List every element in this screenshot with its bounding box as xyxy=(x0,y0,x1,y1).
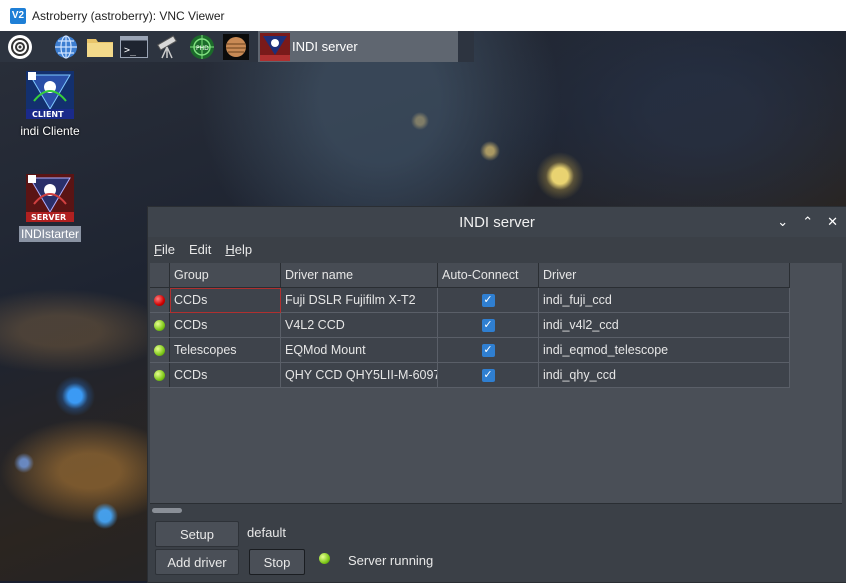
indi-client-icon: CLIENT xyxy=(26,71,74,119)
raspberry-menu-icon[interactable] xyxy=(6,34,34,60)
column-header-auto-connect[interactable]: Auto-Connect xyxy=(437,263,539,288)
cell-group[interactable]: CCDs xyxy=(169,312,281,338)
green-status-dot-icon xyxy=(154,320,165,332)
web-browser-icon[interactable] xyxy=(52,34,80,60)
maximize-icon[interactable]: ⌃ xyxy=(802,214,813,230)
status-led xyxy=(150,337,170,363)
red-status-dot-icon xyxy=(154,295,165,307)
planet-icon[interactable] xyxy=(222,33,250,60)
green-status-dot-icon xyxy=(154,345,165,357)
green-status-dot-icon xyxy=(154,370,165,382)
column-header-driver-name[interactable]: Driver name xyxy=(280,263,438,288)
taskbar: >_ PHD INDI server xyxy=(0,31,474,62)
desktop-icon-indi-client[interactable]: CLIENT indi Cliente xyxy=(14,71,86,139)
taskbar-task-label: INDI server xyxy=(292,39,358,54)
vnc-logo-icon: V2 xyxy=(10,7,26,24)
status-column-header xyxy=(150,263,170,288)
scrollbar-thumb[interactable] xyxy=(152,508,182,513)
cell-driver[interactable]: indi_qhy_ccd xyxy=(538,362,790,388)
column-header-group[interactable]: Group xyxy=(169,263,281,288)
cell-driver-name[interactable]: QHY CCD QHY5LII-M-6097 xyxy=(280,362,438,388)
cell-driver-name[interactable]: EQMod Mount xyxy=(280,337,438,363)
taskbar-task-indi-server[interactable]: INDI server xyxy=(258,31,458,62)
horizontal-scrollbar[interactable] xyxy=(150,503,842,518)
desktop-icon-label: indi Cliente xyxy=(20,124,80,138)
file-manager-icon[interactable] xyxy=(86,34,114,60)
cell-auto-connect[interactable]: ✓ xyxy=(437,287,539,313)
menu-help[interactable]: Help xyxy=(225,242,252,257)
server-badge: SERVER xyxy=(31,213,66,222)
auto-connect-checkbox[interactable]: ✓ xyxy=(481,344,495,358)
server-status-dot-icon xyxy=(319,553,330,564)
cell-driver-name[interactable]: Fuji DSLR Fujifilm X-T2 xyxy=(280,287,438,313)
indi-server-task-icon xyxy=(260,32,290,61)
cell-group[interactable]: CCDs xyxy=(169,362,281,388)
cell-group[interactable]: Telescopes xyxy=(169,337,281,363)
drivers-table-container: Group Driver name Auto-Connect Driver CC… xyxy=(150,263,842,503)
window-title: INDI server xyxy=(459,213,535,231)
cell-group[interactable]: CCDs xyxy=(169,287,281,313)
cell-driver[interactable]: indi_fuji_ccd xyxy=(538,287,790,313)
terminal-glyph: >_ xyxy=(124,45,137,56)
indi-server-icon: SERVER xyxy=(26,174,74,222)
window-title-bar[interactable]: INDI server ⌄ ⌃ ✕ xyxy=(148,207,846,237)
auto-connect-checkbox[interactable]: ✓ xyxy=(481,319,495,333)
close-icon[interactable]: ✕ xyxy=(827,214,838,230)
auto-connect-checkbox[interactable]: ✓ xyxy=(481,294,495,308)
table-row[interactable]: CCDs V4L2 CCD ✓ indi_v4l2_ccd xyxy=(150,312,790,338)
menu-bar: File Edit Help xyxy=(148,237,846,261)
stop-button[interactable]: Stop xyxy=(249,549,305,575)
indi-server-window: INDI server ⌄ ⌃ ✕ File Edit Help Group D… xyxy=(147,206,846,583)
desktop-icon-label: INDIstarter xyxy=(18,226,81,242)
cell-driver[interactable]: indi_v4l2_ccd xyxy=(538,312,790,338)
vnc-title-bar: V2 Astroberry (astroberry): VNC Viewer xyxy=(0,0,846,32)
telescope-icon[interactable] xyxy=(154,34,182,60)
client-badge: CLIENT xyxy=(32,110,64,119)
column-header-driver[interactable]: Driver xyxy=(538,263,790,288)
table-header-row: Group Driver name Auto-Connect Driver xyxy=(150,263,790,288)
status-led xyxy=(150,312,170,338)
profile-name: default xyxy=(247,525,287,540)
menu-edit[interactable]: Edit xyxy=(189,242,211,257)
vnc-window-title: Astroberry (astroberry): VNC Viewer xyxy=(32,8,225,23)
table-row[interactable]: CCDs Fuji DSLR Fujifilm X-T2 ✓ indi_fuji… xyxy=(150,287,790,313)
cell-auto-connect[interactable]: ✓ xyxy=(437,312,539,338)
table-row[interactable]: CCDs QHY CCD QHY5LII-M-6097 ✓ indi_qhy_c… xyxy=(150,362,790,388)
status-led xyxy=(150,287,170,313)
cell-auto-connect[interactable]: ✓ xyxy=(437,337,539,363)
server-status-text: Server running xyxy=(348,553,434,568)
setup-button[interactable]: Setup xyxy=(155,521,239,547)
menu-file[interactable]: File xyxy=(154,242,175,257)
terminal-icon[interactable]: >_ xyxy=(120,34,148,60)
status-led xyxy=(150,362,170,388)
add-driver-button[interactable]: Add driver xyxy=(155,549,239,575)
table-row[interactable]: Telescopes EQMod Mount ✓ indi_eqmod_tele… xyxy=(150,337,790,363)
auto-connect-checkbox[interactable]: ✓ xyxy=(481,369,495,383)
cell-auto-connect[interactable]: ✓ xyxy=(437,362,539,388)
cell-driver-name[interactable]: V4L2 CCD xyxy=(280,312,438,338)
drivers-table: Group Driver name Auto-Connect Driver CC… xyxy=(150,263,790,388)
cell-driver[interactable]: indi_eqmod_telescope xyxy=(538,337,790,363)
desktop-icon-indistarter[interactable]: SERVER INDIstarter xyxy=(14,174,86,242)
minimize-icon[interactable]: ⌄ xyxy=(777,214,788,230)
phd2-glyph: PHD xyxy=(196,45,209,52)
phd2-icon[interactable]: PHD xyxy=(188,34,216,60)
